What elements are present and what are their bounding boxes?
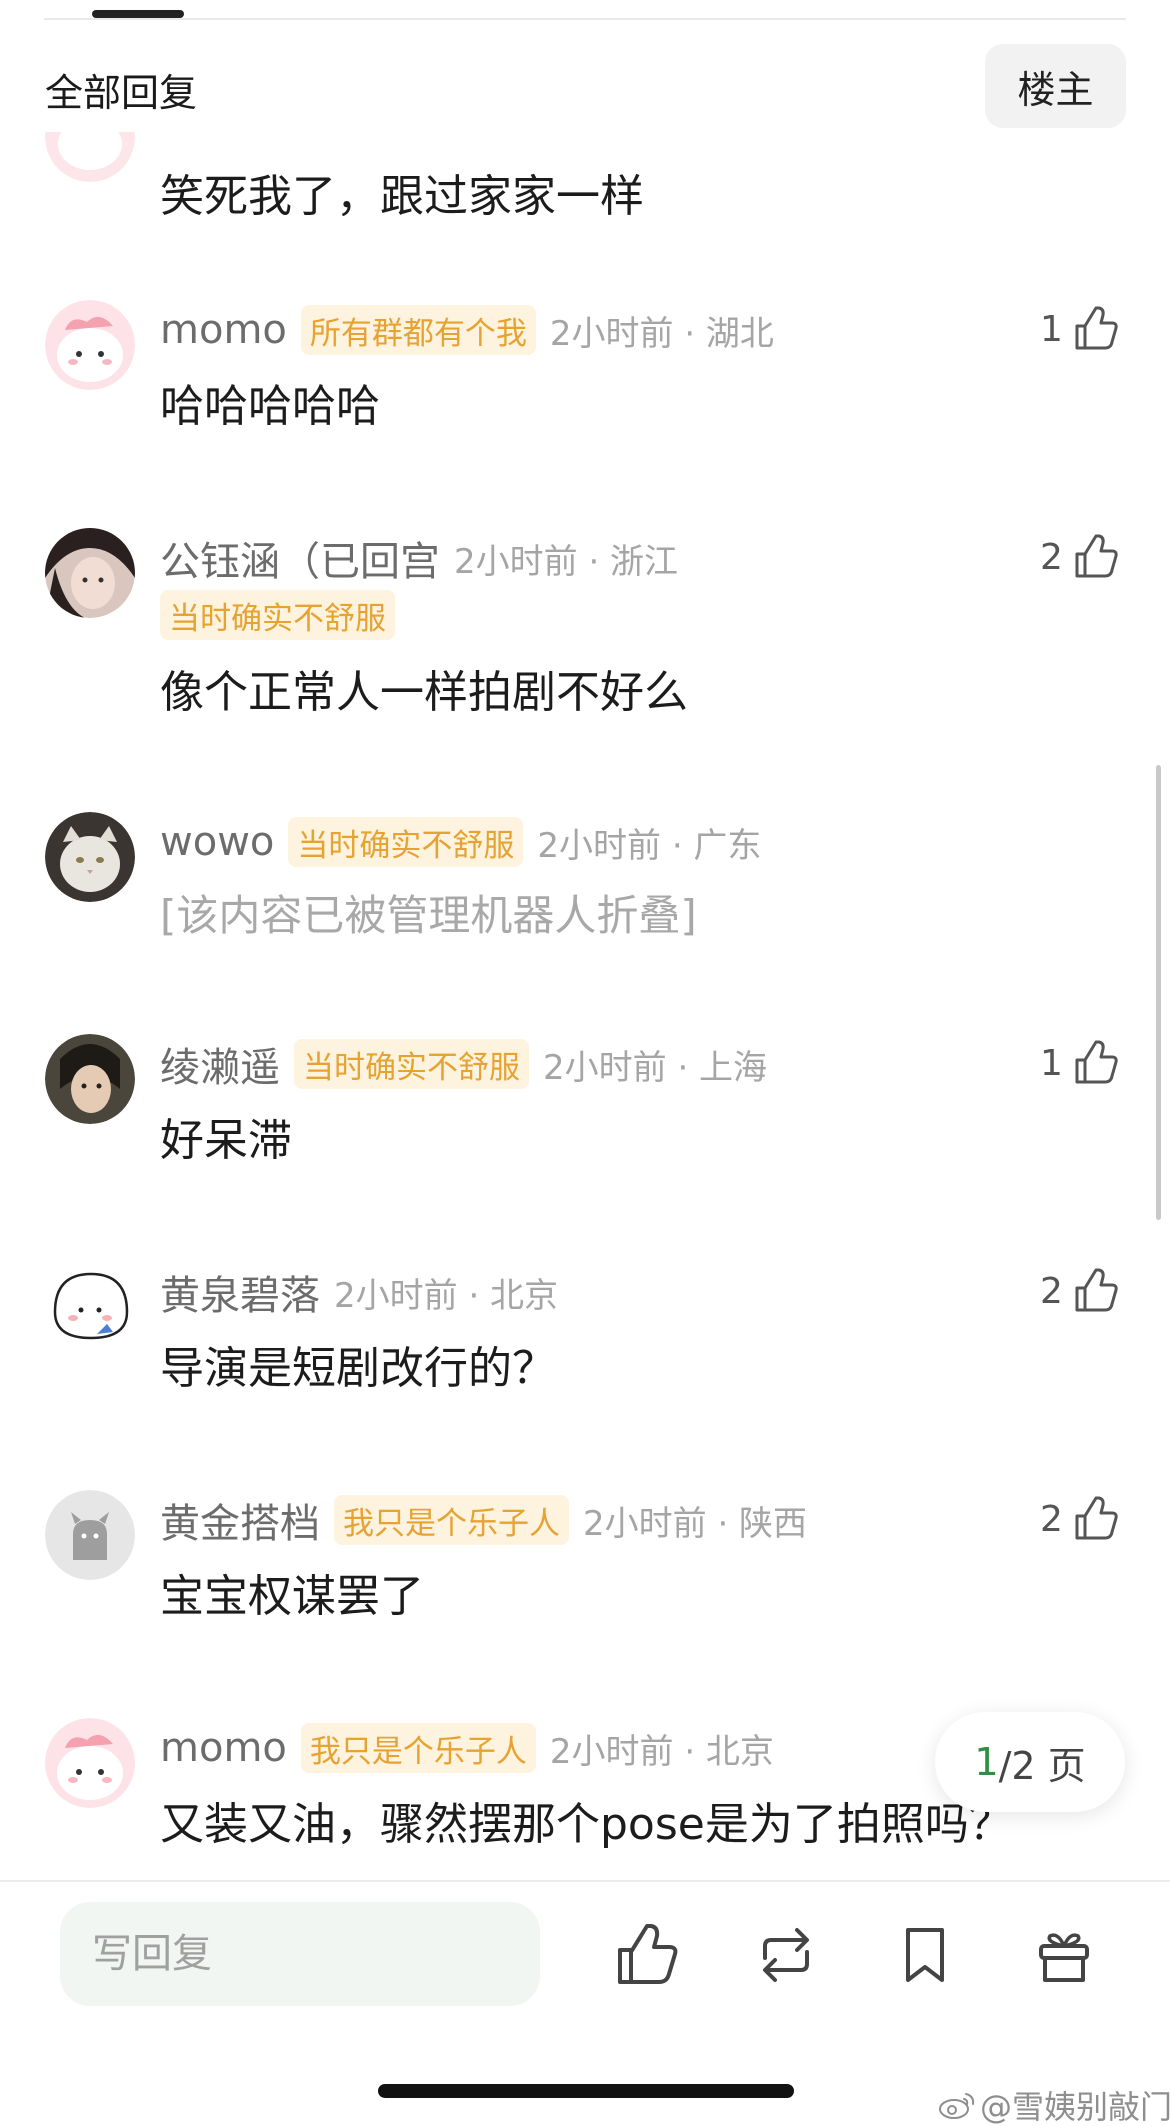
reply-input[interactable]: [60, 1902, 540, 2006]
comment-text: 宝宝权谋罢了: [160, 1571, 424, 1622]
gift-button[interactable]: [1029, 1920, 1099, 1990]
comment-text: 好呆滞: [160, 1115, 292, 1166]
like-count: 1: [1040, 308, 1063, 350]
weibo-logo-icon: [939, 2093, 975, 2119]
avatar[interactable]: [45, 132, 135, 182]
thumb-up-icon: [1075, 1268, 1118, 1312]
repost-button[interactable]: [751, 1920, 821, 1990]
bookmark-icon: [906, 1928, 944, 1982]
username[interactable]: 绫濑遥: [160, 1035, 280, 1093]
thumb-up-icon: [1075, 534, 1118, 578]
comment-text: 笑死我了，跟过家家一样: [160, 171, 644, 222]
repost-icon: [763, 1928, 809, 1982]
username[interactable]: 黄泉碧落: [160, 1263, 320, 1321]
home-indicator: [378, 2084, 794, 2098]
like-button[interactable]: 1: [1040, 304, 1121, 354]
thumb-up-icon: [618, 1924, 678, 1984]
comment-text: 导演是短剧改行的？: [160, 1343, 556, 1394]
op-filter-button[interactable]: 楼主: [985, 44, 1126, 128]
thumb-up-icon: [1075, 1040, 1118, 1084]
comment-meta: 公钰涵（已回宫 2小时前 · 浙江: [160, 530, 678, 586]
avatar[interactable]: [45, 1718, 135, 1808]
scrollbar[interactable]: [1156, 765, 1161, 1220]
thumb-up-icon: [1075, 306, 1118, 350]
timestamp-location: 2小时前 · 浙江: [454, 541, 679, 582]
bottom-action-bar: @雪姨别敲门: [0, 1880, 1170, 2126]
gift-icon: [1039, 1933, 1089, 1982]
fan-badge[interactable]: 当时确实不舒服: [288, 817, 524, 867]
comment-meta: momo 所有群都有个我 2小时前 · 湖北: [160, 302, 774, 358]
top-divider: [44, 18, 1126, 20]
current-page: 1: [974, 1740, 999, 1784]
fan-badge[interactable]: 我只是个乐子人: [334, 1495, 569, 1545]
like-button[interactable]: 1: [1040, 1038, 1121, 1088]
total-pages: /2 页: [998, 1743, 1086, 1788]
thumb-up-icon: [1075, 1496, 1118, 1540]
timestamp-location: 2小时前 · 广东: [537, 825, 762, 866]
like-count: 1: [1040, 1042, 1063, 1084]
like-button[interactable]: 2: [1040, 532, 1121, 582]
comment-text: 又装又油，骤然摆那个pose是为了拍照吗？: [160, 1799, 1013, 1850]
comment-text: 像个正常人一样拍剧不好么: [160, 667, 688, 718]
fan-badge[interactable]: 当时确实不舒服: [160, 590, 395, 640]
avatar[interactable]: [45, 812, 135, 902]
weibo-watermark: @雪姨别敲门: [938, 2082, 1170, 2126]
avatar[interactable]: [45, 300, 135, 390]
all-replies-title: 全部回复: [45, 71, 198, 115]
comment-meta: momo 我只是个乐子人 2小时前 · 北京: [160, 1720, 774, 1776]
username[interactable]: wowo: [160, 819, 274, 865]
comment-meta: wowo 当时确实不舒服 2小时前 · 广东: [160, 814, 761, 870]
bookmark-button[interactable]: [890, 1920, 960, 1990]
fan-badge[interactable]: 所有群都有个我: [300, 305, 536, 355]
comment-meta: 黄金搭档 我只是个乐子人 2小时前 · 陕西: [160, 1492, 807, 1548]
username[interactable]: momo: [160, 307, 287, 353]
replies-header: 全部回复 楼主: [0, 40, 1170, 132]
timestamp-location: 2小时前 · 陕西: [583, 1503, 808, 1544]
avatar[interactable]: [45, 1034, 135, 1124]
like-button[interactable]: 2: [1040, 1494, 1121, 1544]
fan-badge[interactable]: 当时确实不舒服: [294, 1039, 529, 1089]
username[interactable]: 公钰涵（已回宫: [160, 529, 440, 587]
watermark-text: @雪姨别敲门: [980, 2088, 1170, 2126]
timestamp-location: 2小时前 · 湖北: [549, 313, 774, 354]
like-button[interactable]: 2: [1040, 1266, 1121, 1316]
avatar[interactable]: [45, 1490, 135, 1580]
like-count: 2: [1040, 1270, 1063, 1312]
comment-text: 哈哈哈哈哈: [160, 381, 380, 432]
comment-meta: 黄泉碧落 2小时前 · 北京: [160, 1264, 558, 1320]
timestamp-location: 2小时前 · 上海: [543, 1047, 768, 1088]
like-count: 2: [1040, 1498, 1063, 1540]
comment-meta: 绫濑遥 当时确实不舒服 2小时前 · 上海: [160, 1036, 767, 1092]
like-count: 2: [1040, 536, 1063, 578]
avatar[interactable]: [45, 1262, 135, 1352]
timestamp-location: 2小时前 · 北京: [549, 1731, 774, 1772]
tab-indicator: [92, 10, 184, 18]
fan-badge[interactable]: 我只是个乐子人: [300, 1723, 536, 1773]
username[interactable]: momo: [160, 1725, 287, 1771]
avatar[interactable]: [45, 528, 135, 618]
folded-notice[interactable]: [该内容已被管理机器人折叠]: [160, 882, 697, 943]
username[interactable]: 黄金搭档: [160, 1491, 320, 1549]
page-indicator[interactable]: 1/2 页: [935, 1712, 1125, 1812]
like-post-button[interactable]: [612, 1920, 682, 1990]
timestamp-location: 2小时前 · 北京: [334, 1275, 559, 1316]
comment-list: 笑死我了，跟过家家一样 momo 所有群都有个我 2小时前 · 湖北 1 哈哈哈…: [0, 132, 1170, 1880]
